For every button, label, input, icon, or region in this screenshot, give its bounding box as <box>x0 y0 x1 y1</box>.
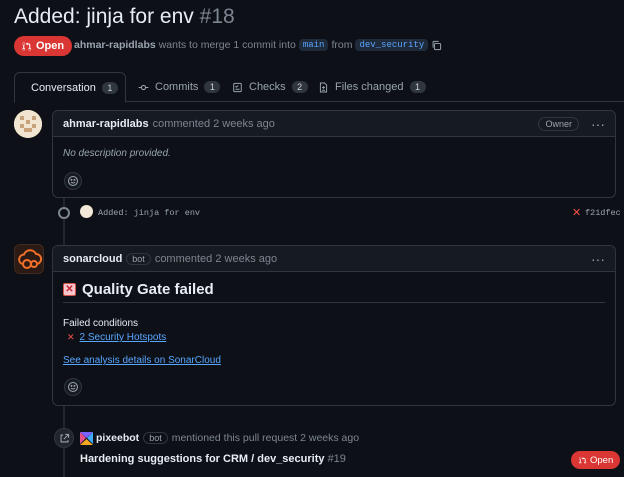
commit-message[interactable]: Added: jinja for env <box>98 208 200 218</box>
comment-body: No description provided. <box>63 148 171 159</box>
commit-author-avatar[interactable] <box>80 205 93 218</box>
commit-icon <box>138 84 149 90</box>
failed-conditions-label: Failed conditions <box>63 318 139 329</box>
mention-action[interactable]: mentioned this pull request 2 weeks ago <box>172 432 359 444</box>
pr-state-label: Open <box>36 40 65 52</box>
failed-status-icon[interactable]: ✕ <box>572 206 581 219</box>
tab-conversation[interactable]: Conversation 1 <box>14 72 126 103</box>
pull-request-icon <box>579 456 587 464</box>
referenced-pr-state: Open <box>590 454 614 466</box>
tab-label: Files changed <box>335 81 404 93</box>
referenced-pr-number[interactable]: #19 <box>328 453 346 465</box>
pr-title-text: Added: jinja for env <box>14 5 194 28</box>
comment-box: ahmar-rapidlabs commented 2 weeks ago Ow… <box>52 110 616 198</box>
sonarcloud-details-link[interactable]: See analysis details on SonarCloud <box>63 355 221 366</box>
base-branch[interactable]: main <box>298 39 329 51</box>
commit-sha[interactable]: f21dfec <box>585 208 621 218</box>
pr-meta: ahmar-rapidlabs wants to merge 1 commit … <box>74 39 442 51</box>
tab-count: 2 <box>291 81 308 93</box>
smiley-icon <box>67 381 79 393</box>
tab-checks[interactable]: Checks 2 <box>222 72 318 102</box>
failed-x-icon: ✕ <box>67 332 75 342</box>
comment-timestamp[interactable]: commented 2 weeks ago <box>155 253 277 265</box>
pr-author-link[interactable]: ahmar-rapidlabs <box>74 39 156 51</box>
comment-author[interactable]: sonarcloud <box>63 253 122 265</box>
tab-count: 1 <box>101 81 118 94</box>
more-options-icon[interactable]: ··· <box>591 252 605 266</box>
from-text: from <box>331 39 353 51</box>
pull-request-icon <box>22 41 32 51</box>
bot-badge: bot <box>143 432 168 444</box>
quality-gate-title: Quality Gate failed <box>82 281 214 298</box>
referenced-pr-title-text[interactable]: Hardening suggestions for CRM / dev_secu… <box>80 453 325 465</box>
tab-files-changed[interactable]: Files changed 1 <box>308 72 436 102</box>
comment-timestamp[interactable]: commented 2 weeks ago <box>153 118 275 130</box>
mention-event-text: pixeebot bot mentioned this pull request… <box>96 432 359 444</box>
cross-reference-icon <box>54 428 74 448</box>
quality-gate-heading: ✕ Quality Gate failed <box>63 281 605 298</box>
checklist-icon <box>233 82 242 92</box>
pixeebot-avatar[interactable] <box>80 432 93 445</box>
commit-node-icon <box>58 207 70 219</box>
security-hotspots-link[interactable]: 2 Security Hotspots <box>80 332 167 343</box>
comment-header: sonarcloud bot commented 2 weeks ago ··· <box>53 246 615 272</box>
add-reaction-button[interactable] <box>64 378 82 396</box>
tab-count: 1 <box>204 81 221 93</box>
pr-number: #18 <box>199 5 235 28</box>
comment-header: ahmar-rapidlabs commented 2 weeks ago Ow… <box>53 111 615 137</box>
failed-x-icon: ✕ <box>63 283 76 296</box>
sonarcloud-comment-box: sonarcloud bot commented 2 weeks ago ···… <box>52 245 616 406</box>
more-options-icon[interactable]: ··· <box>591 117 605 131</box>
mention-author[interactable]: pixeebot <box>96 432 139 444</box>
bot-badge: bot <box>126 252 151 265</box>
owner-badge: Owner <box>538 116 579 131</box>
sonarcloud-logo-icon <box>18 249 43 269</box>
referenced-pr-title[interactable]: Hardening suggestions for CRM / dev_secu… <box>80 453 346 465</box>
pr-title: Added: jinja for env #18 <box>14 5 235 29</box>
link-external-icon <box>60 433 69 442</box>
quality-gate-heading-row: ✕ Quality Gate failed <box>63 281 605 303</box>
pr-tabs: Conversation 1 Commits 1 Checks 2 Files … <box>14 72 624 103</box>
referenced-pr-state-badge: Open <box>571 451 621 469</box>
copy-icon[interactable] <box>431 40 442 51</box>
avatar[interactable] <box>14 110 42 138</box>
tab-label: Conversation <box>31 81 96 94</box>
comment-author[interactable]: ahmar-rapidlabs <box>63 118 149 130</box>
sonarcloud-avatar[interactable] <box>14 244 44 274</box>
smiley-icon <box>67 175 79 187</box>
add-reaction-button[interactable] <box>64 172 82 190</box>
condition-item: ✕ 2 Security Hotspots <box>67 332 166 343</box>
tab-label: Commits <box>155 81 199 93</box>
identicon-icon <box>14 110 42 138</box>
tab-label: Checks <box>249 81 286 93</box>
file-diff-icon <box>319 82 328 92</box>
head-branch[interactable]: dev_security <box>355 39 429 51</box>
tab-commits[interactable]: Commits 1 <box>128 72 230 102</box>
pr-state-badge: Open <box>14 36 73 56</box>
tab-count: 1 <box>409 81 426 93</box>
merge-text: wants to merge 1 commit into <box>158 39 296 51</box>
